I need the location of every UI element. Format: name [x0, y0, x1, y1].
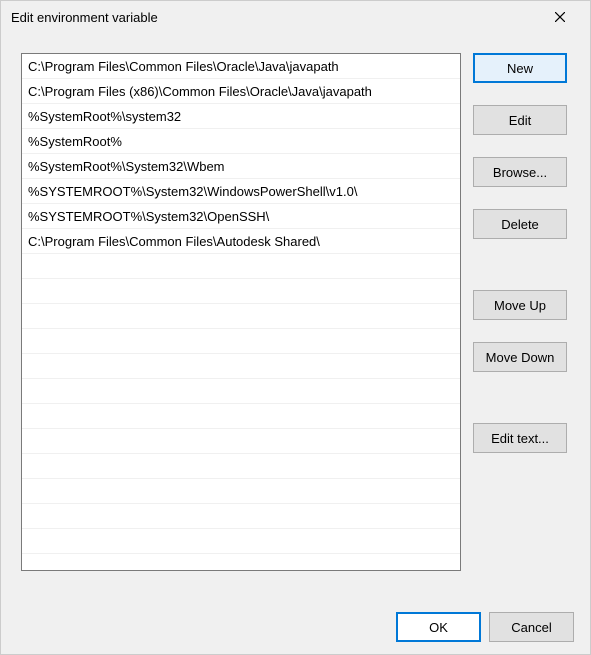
- list-item-empty[interactable]: [22, 529, 460, 554]
- list-item[interactable]: %SystemRoot%: [22, 129, 460, 154]
- list-item-empty[interactable]: [22, 254, 460, 279]
- move-down-button[interactable]: Move Down: [473, 342, 567, 372]
- edit-text-button[interactable]: Edit text...: [473, 423, 567, 453]
- path-listbox[interactable]: C:\Program Files\Common Files\Oracle\Jav…: [21, 53, 461, 571]
- side-buttons: New Edit Browse... Delete Move Up Move D…: [473, 53, 567, 584]
- list-item-empty[interactable]: [22, 354, 460, 379]
- list-item-empty[interactable]: [22, 404, 460, 429]
- list-item-empty[interactable]: [22, 504, 460, 529]
- list-item-empty[interactable]: [22, 429, 460, 454]
- main-area: C:\Program Files\Common Files\Oracle\Jav…: [21, 53, 574, 584]
- list-item[interactable]: C:\Program Files (x86)\Common Files\Orac…: [22, 79, 460, 104]
- list-item-empty[interactable]: [22, 379, 460, 404]
- list-item-empty[interactable]: [22, 279, 460, 304]
- edit-env-var-dialog: Edit environment variable C:\Program Fil…: [0, 0, 591, 655]
- delete-button[interactable]: Delete: [473, 209, 567, 239]
- new-button[interactable]: New: [473, 53, 567, 83]
- list-item-empty[interactable]: [22, 454, 460, 479]
- list-item[interactable]: C:\Program Files\Common Files\Autodesk S…: [22, 229, 460, 254]
- ok-button[interactable]: OK: [396, 612, 481, 642]
- list-item[interactable]: C:\Program Files\Common Files\Oracle\Jav…: [22, 54, 460, 79]
- move-up-button[interactable]: Move Up: [473, 290, 567, 320]
- dialog-title: Edit environment variable: [11, 10, 158, 25]
- cancel-button[interactable]: Cancel: [489, 612, 574, 642]
- list-item[interactable]: %SYSTEMROOT%\System32\WindowsPowerShell\…: [22, 179, 460, 204]
- list-item[interactable]: %SYSTEMROOT%\System32\OpenSSH\: [22, 204, 460, 229]
- titlebar: Edit environment variable: [1, 1, 590, 33]
- close-icon[interactable]: [540, 3, 580, 31]
- dialog-footer: OK Cancel: [21, 584, 574, 642]
- edit-button[interactable]: Edit: [473, 105, 567, 135]
- browse-button[interactable]: Browse...: [473, 157, 567, 187]
- list-item-empty[interactable]: [22, 479, 460, 504]
- list-item-empty[interactable]: [22, 329, 460, 354]
- list-item[interactable]: %SystemRoot%\System32\Wbem: [22, 154, 460, 179]
- list-item[interactable]: %SystemRoot%\system32: [22, 104, 460, 129]
- list-item-empty[interactable]: [22, 304, 460, 329]
- dialog-content: C:\Program Files\Common Files\Oracle\Jav…: [1, 33, 590, 654]
